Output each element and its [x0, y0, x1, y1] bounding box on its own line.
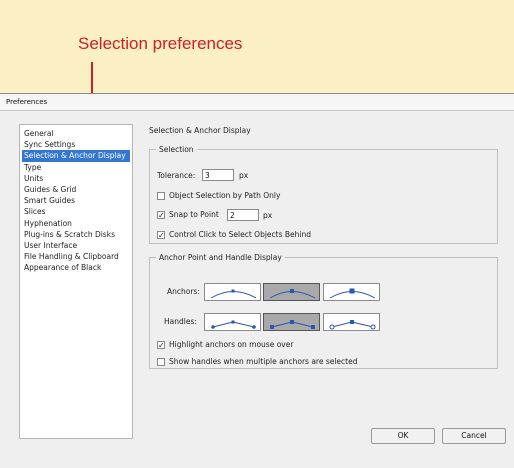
handle-style-2[interactable]: [263, 313, 320, 331]
sidebar-item-user-interface[interactable]: User Interface: [20, 240, 132, 251]
handle-style-3-icon: [329, 320, 376, 330]
anchors-label: Anchors:: [167, 287, 200, 296]
anchor-group-legend: Anchor Point and Handle Display: [156, 253, 285, 262]
tolerance-unit: px: [239, 171, 249, 180]
sidebar-item-slices[interactable]: Slices: [20, 206, 132, 217]
anchor-style-2[interactable]: [263, 283, 320, 301]
handle-style-1[interactable]: [204, 313, 261, 331]
tolerance-input[interactable]: [202, 169, 234, 181]
dialog-title: Preferences: [6, 98, 48, 106]
object-by-path-checkbox[interactable]: [157, 192, 165, 200]
sidebar-item-smart-guides[interactable]: Smart Guides: [20, 195, 132, 206]
dialog-titlebar: Preferences: [0, 94, 514, 111]
anchor-style-1[interactable]: [204, 283, 261, 301]
anchor-style-3-icon: [329, 288, 376, 299]
ok-button[interactable]: OK: [371, 428, 435, 444]
handle-style-2-icon: [270, 320, 315, 329]
snap-to-point-label: Snap to Point: [169, 210, 219, 219]
panel-title: Selection & Anchor Display: [149, 126, 251, 135]
sidebar-item-selection-anchor-display[interactable]: Selection & Anchor Display: [22, 150, 130, 162]
control-click-label: Control Click to Select Objects Behind: [169, 230, 312, 239]
selection-group-legend: Selection: [156, 145, 197, 154]
object-by-path-label: Object Selection by Path Only: [169, 191, 281, 200]
preferences-dialog: Preferences General Sync Settings Select…: [0, 93, 514, 468]
sidebar-item-units[interactable]: Units: [20, 173, 132, 184]
sidebar-item-file-handling-clipboard[interactable]: File Handling & Clipboard: [20, 251, 132, 262]
anchor-style-1-icon: [210, 289, 257, 299]
sidebar-item-general[interactable]: General: [20, 128, 132, 139]
show-handles-label: Show handles when multiple anchors are s…: [169, 357, 358, 366]
anchor-style-2-icon: [269, 289, 316, 299]
sidebar-item-appearance-of-black[interactable]: Appearance of Black: [20, 262, 132, 273]
control-click-checkbox[interactable]: ✓: [157, 231, 165, 240]
handle-style-3[interactable]: [323, 313, 380, 331]
show-handles-checkbox[interactable]: [157, 358, 165, 366]
handle-style-1-icon: [211, 320, 256, 329]
tolerance-label: Tolerance:: [157, 171, 196, 180]
cancel-button[interactable]: Cancel: [442, 428, 506, 444]
snap-to-point-unit: px: [263, 211, 273, 220]
highlight-anchors-label: Highlight anchors on mouse over: [169, 340, 294, 349]
sidebar-item-sync-settings[interactable]: Sync Settings: [20, 139, 132, 150]
snap-to-point-input[interactable]: [227, 209, 259, 221]
category-list: General Sync Settings Selection & Anchor…: [19, 124, 133, 439]
callout-label: Selection preferences: [78, 34, 243, 53]
sidebar-item-guides-grid[interactable]: Guides & Grid: [20, 184, 132, 195]
handles-label: Handles:: [164, 317, 197, 326]
highlight-anchors-checkbox[interactable]: ✓: [157, 341, 165, 350]
snap-to-point-checkbox[interactable]: ✓: [157, 211, 165, 220]
sidebar-item-hyphenation[interactable]: Hyphenation: [20, 218, 132, 229]
sidebar-item-type[interactable]: Type: [20, 162, 132, 173]
anchor-style-3[interactable]: [323, 283, 380, 301]
sidebar-item-plugins-scratch-disks[interactable]: Plug-ins & Scratch Disks: [20, 229, 132, 240]
